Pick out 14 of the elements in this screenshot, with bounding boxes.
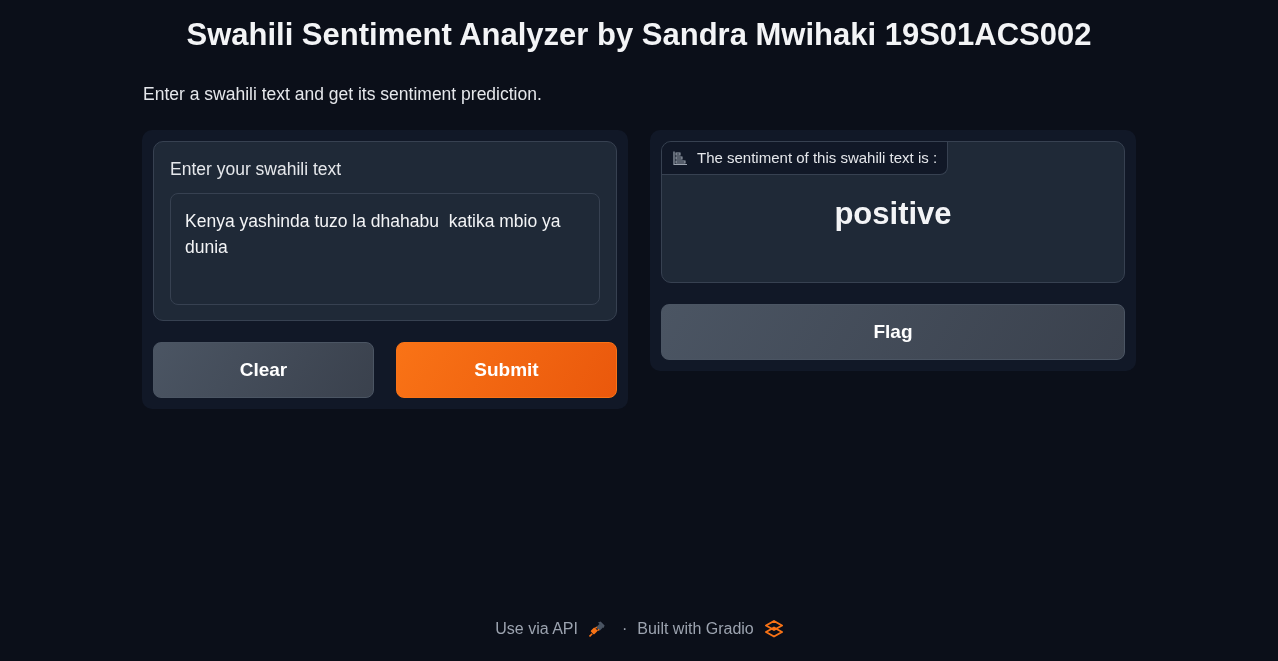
- sentiment-result: positive: [834, 195, 952, 233]
- description-text: Enter a swahili text and get its sentiment prediction.: [143, 83, 542, 106]
- text-input-field[interactable]: Kenya yashinda tuzo la dhahabu katika mbio ya dunia: [170, 193, 600, 305]
- bar-chart-icon: [673, 151, 687, 165]
- output-label: The sentiment of this swahili text is :: [697, 149, 938, 167]
- flag-button[interactable]: Flag: [661, 304, 1125, 360]
- built-with-link[interactable]: Built with Gradio: [637, 618, 783, 640]
- api-link[interactable]: Use via API: [495, 618, 605, 640]
- clear-button[interactable]: Clear: [153, 342, 374, 398]
- textbox-label: Enter your swahili text: [170, 158, 342, 180]
- stacked-layers-icon: [764, 620, 783, 638]
- plug-icon: [588, 621, 605, 637]
- footer-separator: ·: [621, 619, 628, 639]
- page-title: Swahili Sentiment Analyzer by Sandra Mwihaki 19S01ACS002: [185, 16, 1093, 54]
